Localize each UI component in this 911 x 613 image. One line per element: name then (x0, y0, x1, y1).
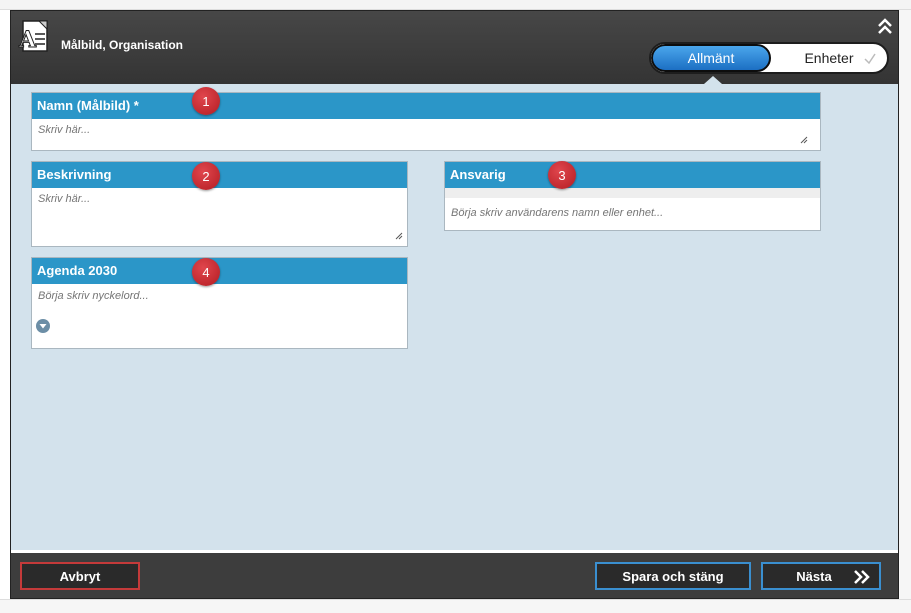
modal-dialog: A Målbild, Organisation Allmänt Enheter … (10, 10, 899, 599)
save-close-button[interactable]: Spara och stäng (595, 562, 751, 590)
tab-enheter[interactable]: Enheter (771, 44, 887, 72)
step-badge-3: 3 (548, 161, 576, 189)
background-page-strip (0, 0, 911, 10)
cancel-button[interactable]: Avbryt (20, 562, 140, 590)
responsible-selected-strip (445, 188, 820, 198)
resize-handle-icon[interactable] (800, 136, 808, 144)
resize-handle-icon[interactable] (395, 232, 403, 240)
step-badge-1: 1 (192, 87, 220, 115)
form-content: Namn (Målbild) * Beskrivning Ansvarig Ag… (11, 84, 898, 550)
background-page-bottom (0, 599, 911, 613)
responsible-field: Ansvarig (444, 161, 821, 231)
modal-header: A Målbild, Organisation Allmänt Enheter (11, 11, 898, 84)
description-input[interactable] (32, 188, 407, 246)
agenda-input[interactable] (32, 284, 407, 308)
modal-footer: Avbryt Spara och stäng Nästa (11, 550, 898, 598)
tab-allmant[interactable]: Allmänt (651, 44, 771, 72)
responsible-field-label: Ansvarig (445, 162, 820, 188)
name-input[interactable] (32, 119, 820, 150)
background-page-right (899, 10, 911, 613)
tab-toggle: Allmänt Enheter (649, 42, 889, 74)
double-chevron-right-icon (854, 570, 870, 584)
name-field: Namn (Målbild) * (31, 92, 821, 151)
svg-text:A: A (18, 27, 37, 53)
collapse-up-icon[interactable] (877, 17, 893, 35)
check-icon (864, 53, 876, 65)
step-badge-4: 4 (192, 258, 220, 286)
document-icon: A (18, 20, 48, 54)
next-button-label: Nästa (796, 568, 832, 584)
step-badge-2: 2 (192, 162, 220, 190)
dropdown-circle-icon[interactable] (36, 319, 50, 333)
modal-title: Målbild, Organisation (61, 38, 184, 52)
next-button[interactable]: Nästa (761, 562, 881, 590)
tab-enheter-label: Enheter (804, 50, 854, 66)
responsible-input[interactable] (445, 198, 820, 228)
tab-pointer (704, 76, 722, 84)
name-field-label: Namn (Målbild) * (32, 93, 820, 119)
